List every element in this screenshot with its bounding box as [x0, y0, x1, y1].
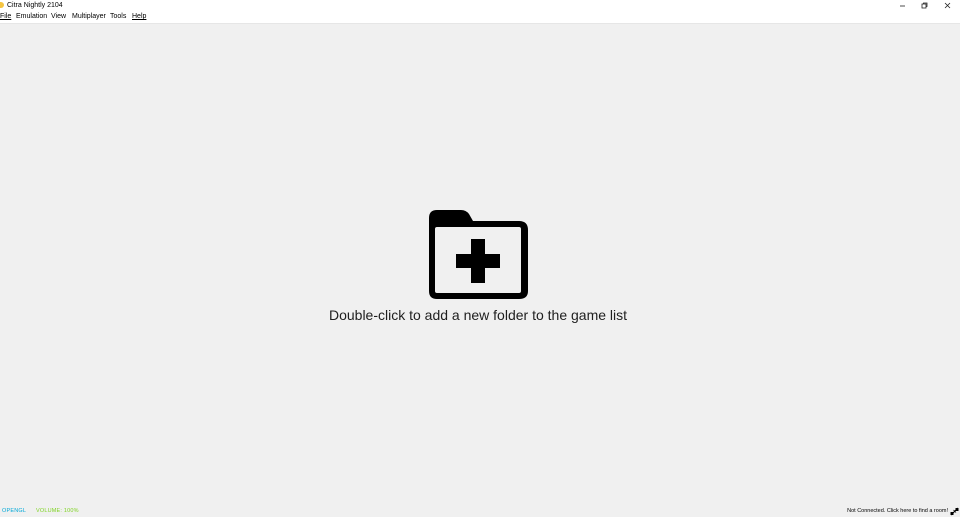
close-icon: [944, 2, 951, 9]
window-title: Citra Nightly 2104: [7, 2, 63, 9]
main-window: Citra Nightly 2104 File Emulation View M…: [0, 0, 960, 517]
minimize-button[interactable]: [891, 0, 914, 11]
folder-add-icon[interactable]: [427, 209, 529, 300]
menu-emulation[interactable]: Emulation: [16, 11, 47, 23]
menu-tools[interactable]: Tools: [110, 11, 126, 23]
minimize-icon: [900, 5, 905, 7]
citra-app-icon: [0, 2, 4, 8]
menu-help[interactable]: Help: [132, 11, 146, 23]
graphics-api-label[interactable]: OPENGL: [2, 505, 26, 517]
menu-bar: File Emulation View Multiplayer Tools He…: [0, 11, 960, 24]
game-list-placeholder[interactable]: Double-click to add a new folder to the …: [0, 305, 956, 325]
restore-button[interactable]: [913, 0, 936, 11]
menu-file-label: File: [0, 13, 12, 20]
network-status-label[interactable]: Not Connected. Click here to find a room…: [847, 505, 948, 517]
menu-view[interactable]: View: [51, 11, 66, 23]
restore-icon: [921, 2, 928, 9]
title-bar[interactable]: Citra Nightly 2104: [0, 0, 960, 11]
menu-file[interactable]: File: [0, 11, 11, 23]
close-button[interactable]: [936, 0, 959, 11]
menu-multiplayer[interactable]: Multiplayer: [72, 11, 106, 23]
menu-help-label: Help: [132, 13, 147, 20]
volume-label[interactable]: VOLUME: 100%: [36, 505, 79, 517]
network-disconnected-icon[interactable]: [950, 507, 959, 516]
status-bar: OPENGL VOLUME: 100% Not Connected. Click…: [0, 505, 960, 517]
